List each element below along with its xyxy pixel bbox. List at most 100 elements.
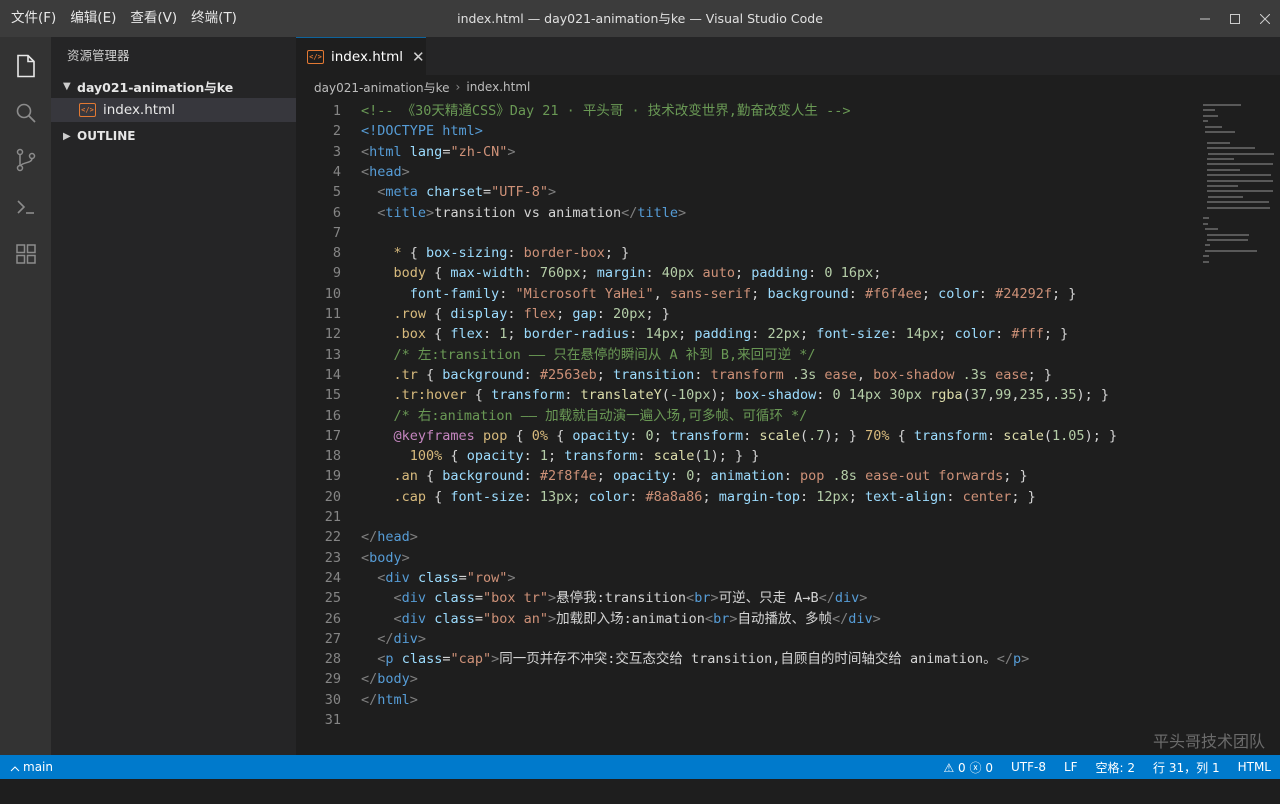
minimap-line (1206, 174, 1272, 177)
code-token: ; } (645, 306, 670, 322)
code-token: > (548, 610, 557, 627)
minimap-line (1204, 131, 1236, 133)
code-token: "box tr" (482, 590, 548, 607)
indent-status[interactable]: 空格: 2 (1087, 759, 1145, 776)
code-editor[interactable]: 1 <!-- 《30天精通CSS》Day 21 · 平头哥 · 技术改变世界,勤奋… (296, 99, 1280, 755)
code-line: 12 .box { flex: 1; border-radius: 14px; … (296, 324, 1196, 344)
code-token: background (442, 468, 524, 485)
close-tab-icon[interactable]: ✕ (412, 48, 425, 66)
code-token: * (393, 245, 402, 262)
line-number: 20 (324, 488, 341, 505)
code-token: border-box (523, 245, 605, 262)
branch-icon (10, 766, 20, 772)
code-token: : (751, 326, 768, 343)
code-token: { (466, 387, 492, 404)
extensions-button[interactable] (0, 230, 51, 277)
code-token: </ (621, 204, 638, 221)
code-token: ease (995, 366, 1028, 383)
code-text: <html lang="zh-CN"> (361, 142, 516, 162)
code-line: 25 <div class="box tr">悬停我:transition<br… (296, 588, 1196, 608)
outline-section[interactable]: ▶ OUTLINE (51, 124, 296, 148)
source-control-icon (16, 148, 35, 171)
code-token: { (889, 427, 914, 444)
line-number: 13 (324, 346, 341, 363)
code-token: : (669, 468, 687, 485)
code-token: > (507, 143, 516, 160)
branch-status[interactable]: main (10, 760, 62, 774)
code-token: > (401, 163, 410, 180)
code-line: 15 .tr:hover { transform: translateY(-10… (296, 385, 1196, 405)
code-text: <div class="box an">加载即入场:animation<br>自… (361, 609, 881, 629)
code-line: 2 <!DOCTYPE html> (296, 121, 1196, 141)
code-token: color (954, 326, 996, 343)
code-token: { (401, 245, 427, 262)
code-token: div (848, 610, 873, 627)
menu-item[interactable]: 查看(V) (123, 0, 184, 37)
menu-item[interactable]: 编辑(E) (63, 0, 123, 37)
code-token: opacity (466, 448, 524, 465)
code-token: < (361, 549, 370, 566)
minimap-line (1206, 158, 1234, 160)
code-token: html (369, 143, 402, 160)
code-token: > (409, 671, 418, 688)
code-token: 14px (645, 326, 679, 343)
maximize-button[interactable] (1220, 0, 1250, 37)
explorer-icon (16, 54, 35, 77)
minimap[interactable] (1203, 104, 1274, 274)
menu-item[interactable]: 文件(F) (4, 0, 63, 37)
minimap-line (1204, 228, 1219, 231)
code-token: transition (613, 366, 695, 383)
folder-row[interactable]: ▼ day021-animation与ke (51, 74, 296, 98)
tab-label: index.html (331, 48, 403, 65)
code-token: 加载即入场:animation (556, 610, 705, 627)
minimize-button[interactable] (1190, 0, 1220, 37)
eol-status[interactable]: LF (1055, 760, 1087, 774)
breadcrumb-folder[interactable]: day021-animation与ke (314, 79, 450, 96)
source-control-button[interactable] (0, 136, 51, 183)
terminal-button[interactable] (0, 183, 51, 230)
code-token: font-size (450, 488, 524, 505)
code-token: ; (694, 468, 711, 485)
line-number: 30 (324, 691, 341, 708)
menu-item[interactable]: 终端(T) (184, 0, 244, 37)
code-token: center (962, 488, 1012, 505)
code-token: transform (491, 387, 565, 404)
code-token: { (442, 448, 467, 465)
code-token: br (713, 610, 730, 627)
status-bar: main ⚠ 0 ⓧ 0 UTF-8 LF 空格: 2 行 31，列 1 HTM… (0, 755, 1280, 779)
explorer-button[interactable] (0, 42, 51, 89)
close-window-button[interactable] (1250, 0, 1280, 37)
code-token: 0 (645, 427, 654, 444)
code-token: : (743, 427, 760, 444)
file-row-index-html[interactable]: </> index.html (51, 98, 296, 122)
search-button[interactable] (0, 89, 51, 136)
code-token: < (393, 610, 402, 627)
code-token: 14px (848, 387, 882, 404)
code-line: 7 (296, 223, 1196, 243)
code-text: * { box-sizing: border-box; } (361, 243, 630, 263)
code-token: scale (1003, 427, 1044, 444)
language-status[interactable]: HTML (1229, 760, 1280, 774)
cursor-position-status[interactable]: 行 31，列 1 (1144, 759, 1229, 776)
html-file-icon: </> (307, 49, 324, 64)
code-token: > (417, 630, 427, 647)
line-number: 5 (332, 184, 341, 201)
code-token: #2f8f4e (539, 468, 597, 485)
tab-index-html[interactable]: </> index.html ✕ (296, 37, 426, 75)
code-token: > (426, 204, 435, 221)
line-number: 22 (324, 529, 341, 546)
breadcrumb-file[interactable]: index.html (466, 80, 530, 94)
code-token: : (629, 326, 646, 343)
encoding-status[interactable]: UTF-8 (1002, 760, 1055, 774)
minimap-line (1206, 179, 1273, 182)
problems-status[interactable]: ⚠ 0 ⓧ 0 (934, 759, 1001, 776)
code-token: > (548, 590, 557, 607)
minimap-line (1203, 255, 1209, 258)
code-token: 30px (889, 387, 922, 404)
